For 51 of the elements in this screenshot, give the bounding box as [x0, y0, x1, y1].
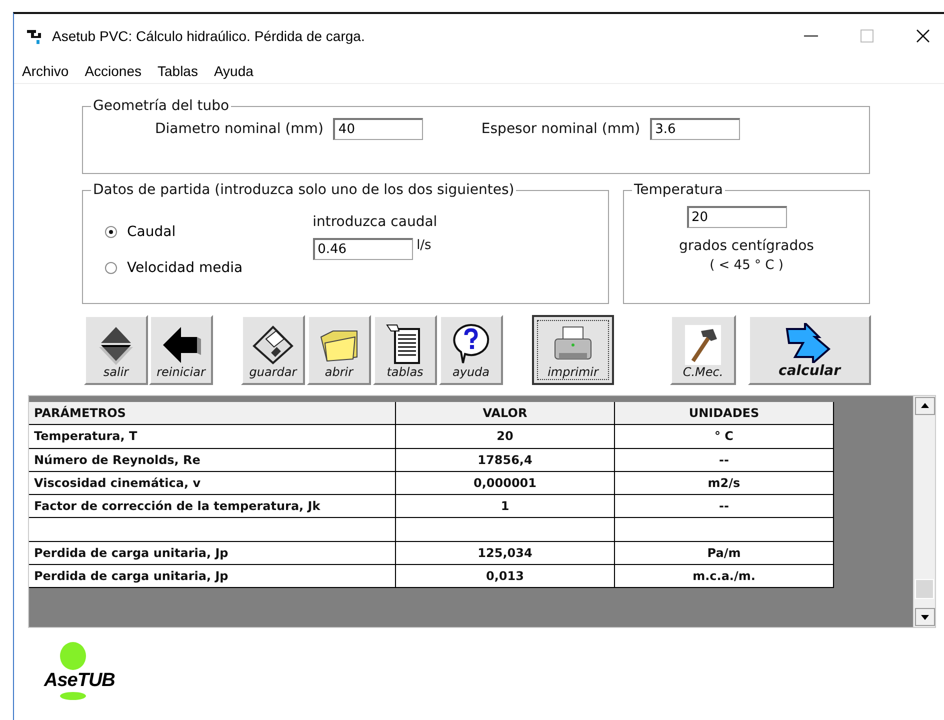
column-header: PARÁMETROS: [29, 402, 396, 426]
logo: AseTUB: [44, 670, 115, 692]
toolbar-button[interactable]: guardar: [241, 315, 305, 385]
field-label: introduzca caudal: [312, 214, 438, 230]
toolbar-button[interactable]: salir: [84, 315, 148, 385]
table-cell: Viscosidad cinemática, v: [29, 472, 396, 496]
table-cell: 1: [396, 495, 615, 518]
table-cell: Factor de corrección de la temperatura, Jk: [29, 495, 396, 518]
table-cell: Número de Reynolds, Re: [29, 448, 396, 472]
radio-option[interactable]: Caudal: [105, 224, 243, 240]
field-label: Diametro nominal (mm): [155, 121, 324, 137]
toolbar-button[interactable]: calcular: [748, 315, 871, 385]
menu-item[interactable]: Ayuda: [214, 62, 254, 78]
table-cell: Perdida de carga unitaria, Jp: [29, 542, 396, 566]
menu-item[interactable]: Tablas: [158, 62, 198, 78]
input-field[interactable]: 3.6: [650, 118, 740, 140]
toolbar-button[interactable]: tablas: [373, 315, 437, 385]
group-title: Datos de partida (introduzca solo uno de los dos siguientes): [92, 182, 516, 198]
table-cell: 125,034: [396, 542, 615, 566]
table-cell: ° C: [615, 425, 834, 449]
table-cell: 20: [396, 425, 615, 449]
table-cell: 17856,4: [396, 448, 615, 472]
table-cell: Temperatura, T: [29, 425, 396, 449]
table-cell: m.c.a./m.: [615, 565, 834, 588]
table-cell: --: [615, 448, 834, 472]
table-cell: --: [615, 495, 834, 518]
toolbar-button[interactable]: reiniciar: [149, 315, 213, 385]
input-field[interactable]: 40: [333, 118, 424, 140]
table-cell: Perdida de carga unitaria, Jp: [29, 565, 396, 588]
toolbar-button[interactable]: imprimir: [532, 315, 614, 385]
group-title: Geometría del tubo: [92, 98, 230, 114]
range-label: ( < 45 ° C ): [710, 258, 784, 273]
radio-option[interactable]: Velocidad media: [105, 260, 243, 276]
window-title: Asetub PVC: Cálculo hidraúlico. Pérdida de carga.: [52, 28, 366, 44]
unit-label: grados centígrados: [679, 238, 814, 254]
field-label: Espesor nominal (mm): [481, 121, 640, 137]
table-cell: Pa/m: [615, 542, 834, 566]
toolbar-button[interactable]: C.Mec.: [670, 315, 736, 385]
menu-item[interactable]: Acciones: [84, 62, 142, 78]
column-header: UNIDADES: [615, 402, 834, 426]
input-field[interactable]: 0.46: [312, 238, 413, 260]
table-cell: 0,000001: [396, 472, 615, 496]
input-field[interactable]: 20: [686, 206, 786, 228]
toolbar-button[interactable]: abrir: [307, 315, 371, 385]
table-cell: m2/s: [615, 472, 834, 496]
toolbar-button[interactable]: ayuda: [439, 315, 503, 385]
group-title: Temperatura: [633, 182, 724, 198]
table-cell: 0,013: [396, 565, 615, 588]
unit-label: l/s: [416, 238, 432, 253]
column-header: VALOR: [396, 402, 615, 426]
menu-item[interactable]: Archivo: [22, 62, 69, 78]
